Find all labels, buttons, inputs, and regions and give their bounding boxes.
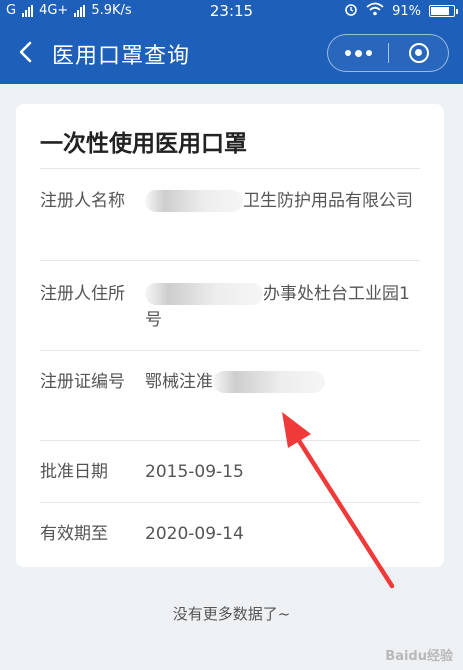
annotation-arrow-icon [282, 412, 395, 589]
watermark-logo: Baidu经验 [385, 649, 453, 664]
